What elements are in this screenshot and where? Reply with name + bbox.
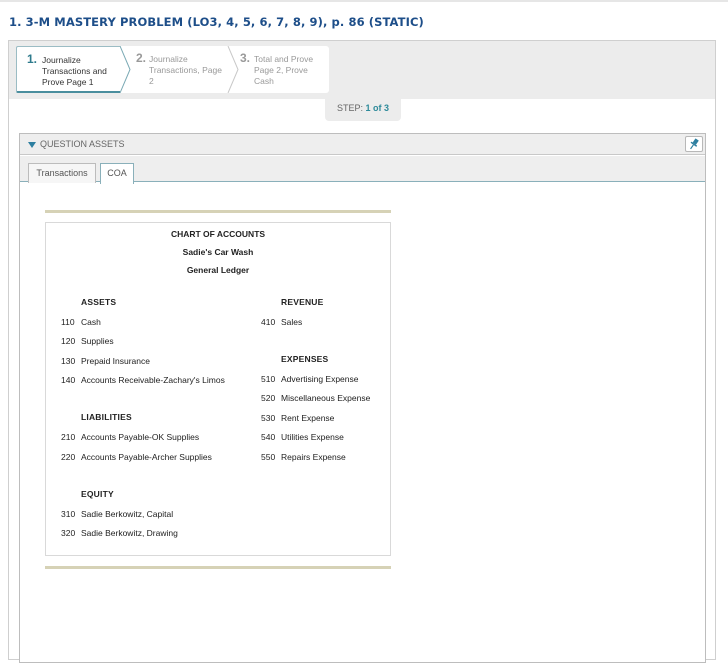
collapse-triangle-icon[interactable] bbox=[28, 142, 36, 148]
expenses-heading: EXPENSES bbox=[281, 354, 329, 364]
equity-heading: EQUITY bbox=[81, 489, 114, 499]
top-divider bbox=[0, 0, 728, 2]
step-3-tab[interactable]: 3. Total and Prove Page 2, Prove Cash bbox=[228, 46, 329, 93]
step-indicator-current: 1 of 3 bbox=[365, 103, 390, 113]
question-assets-panel: QUESTION ASSETS Transactions COA CHART O… bbox=[19, 133, 706, 663]
account-row: 520 Miscellaneous Expense bbox=[261, 393, 371, 403]
account-row: 550 Repairs Expense bbox=[261, 452, 346, 462]
account-row: 320 Sadie Berkowitz, Drawing bbox=[61, 528, 178, 538]
revenue-heading: REVENUE bbox=[281, 297, 324, 307]
liabilities-heading: LIABILITIES bbox=[81, 412, 132, 422]
problem-title: 1. 3-M MASTERY PROBLEM (LO3, 4, 5, 6, 7,… bbox=[9, 15, 424, 29]
account-row: 530 Rent Expense bbox=[261, 413, 335, 423]
account-row: 540 Utilities Expense bbox=[261, 432, 344, 442]
step-1-number: 1. bbox=[27, 52, 38, 66]
pin-icon[interactable] bbox=[685, 136, 703, 152]
coa-ledger: General Ledger bbox=[186, 265, 250, 275]
account-row: 140 Accounts Receivable-Zachary's Limos bbox=[61, 375, 225, 385]
account-row: 120 Supplies bbox=[61, 336, 114, 346]
step-navigation: 1. Journalize Transactions and Prove Pag… bbox=[9, 41, 715, 99]
chevron-right-icon bbox=[227, 46, 239, 93]
step-2-number: 2. bbox=[136, 51, 147, 65]
coa-title: CHART OF ACCOUNTS bbox=[170, 229, 266, 239]
coa-bottom-rule bbox=[45, 566, 391, 569]
account-row: 410 Sales bbox=[261, 317, 303, 327]
question-assets-label: QUESTION ASSETS bbox=[40, 139, 125, 149]
coa-top-rule bbox=[45, 210, 391, 213]
account-row: 310 Sadie Berkowitz, Capital bbox=[61, 509, 174, 519]
account-row: 110 Cash bbox=[61, 317, 101, 327]
coa-company: Sadie's Car Wash bbox=[182, 247, 254, 257]
account-row: 220 Accounts Payable-Archer Supplies bbox=[61, 452, 212, 462]
problem-container: 1. Journalize Transactions and Prove Pag… bbox=[8, 40, 716, 663]
question-assets-header[interactable]: QUESTION ASSETS bbox=[20, 134, 705, 155]
chart-of-accounts: CHART OF ACCOUNTS Sadie's Car Wash Gener… bbox=[45, 222, 391, 556]
step-2-label: Journalize Transactions, Page 2 bbox=[149, 54, 222, 86]
tab-transactions[interactable]: Transactions bbox=[28, 163, 96, 183]
assets-heading: ASSETS bbox=[81, 297, 117, 307]
tab-coa[interactable]: COA bbox=[100, 163, 134, 184]
account-row: 210 Accounts Payable-OK Supplies bbox=[61, 432, 200, 442]
account-row: 510 Advertising Expense bbox=[261, 374, 359, 384]
asset-tabs: Transactions COA bbox=[20, 156, 705, 184]
step-3-number: 3. bbox=[240, 51, 251, 65]
step-1-label: Journalize Transactions and Prove Page 1 bbox=[42, 55, 107, 87]
step-2-tab[interactable]: 2. Journalize Transactions, Page 2 bbox=[120, 46, 228, 93]
step-indicator-prefix: STEP: bbox=[336, 103, 363, 113]
chevron-right-icon bbox=[120, 46, 131, 93]
step-1-tab[interactable]: 1. Journalize Transactions and Prove Pag… bbox=[16, 46, 120, 93]
step-3-label: Total and Prove Page 2, Prove Cash bbox=[254, 54, 314, 86]
account-row: 130 Prepaid Insurance bbox=[61, 356, 150, 366]
step-indicator: STEP: 1 of 3 bbox=[325, 98, 401, 121]
